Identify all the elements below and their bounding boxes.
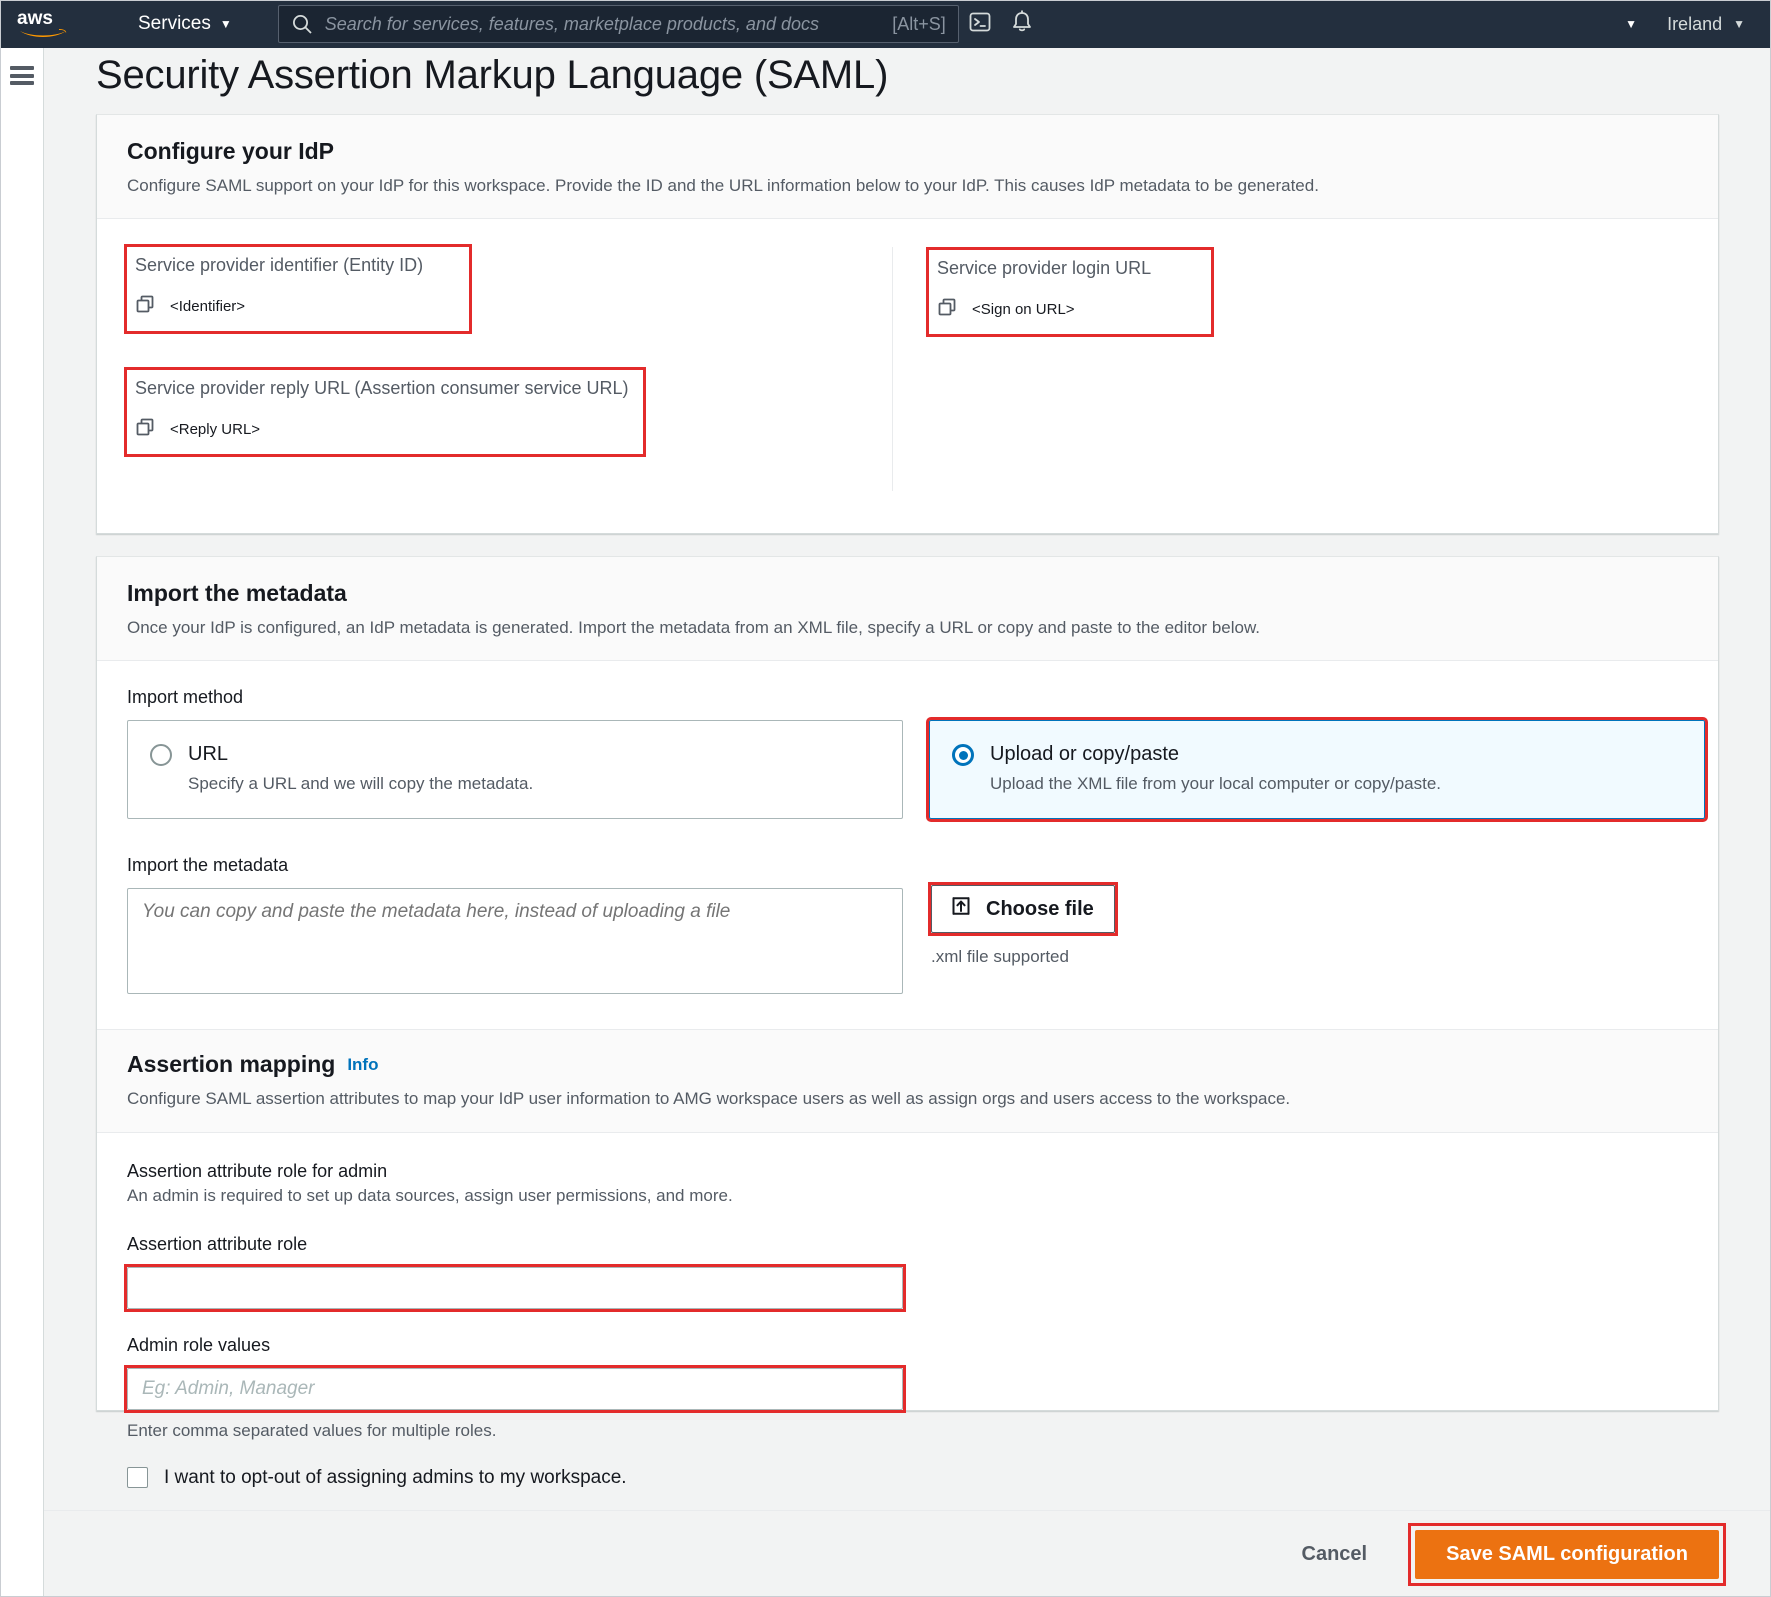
radio-option-url[interactable]: URL Specify a URL and we will copy the m… [127,720,903,820]
search-icon [291,13,313,35]
region-label: Ireland [1667,13,1723,34]
form-actions-bar: Cancel Save SAML configuration [44,1510,1771,1597]
import-method-label: Import method [127,687,244,708]
services-menu-label: Services [138,13,211,34]
services-menu[interactable]: Services ▼ [86,0,246,48]
radio-option-upload[interactable]: Upload or copy/paste Upload the XML file… [926,717,1708,823]
upload-icon [950,895,972,923]
radio-option-upload-label: Upload or copy/paste [990,743,1180,766]
admin-role-values-group: Admin role values Enter comma separated … [124,1334,1688,1441]
entity-id-field-block: Service provider identifier (Entity ID) … [124,244,472,334]
import-metadata-title: Import the metadata [127,580,347,606]
page-title: Security Assertion Markup Language (SAML… [96,53,889,97]
configure-idp-description: Configure SAML support on your IdP for t… [127,175,1319,195]
entity-id-copy-row[interactable]: <Identifier> [135,294,459,319]
account-menu[interactable]: ▼ [1625,0,1667,48]
configure-idp-body: Service provider identifier (Entity ID) … [97,219,1718,545]
radio-option-url-description: Specify a URL and we will copy the metad… [188,774,534,794]
page-content: Security Assertion Markup Language (SAML… [44,48,1771,1597]
radio-icon-selected[interactable] [952,744,974,767]
reply-url-label: Service provider reply URL (Assertion co… [135,378,629,399]
admin-role-values-input[interactable] [127,1367,903,1410]
search-shortcut-hint: [Alt+S] [892,13,946,34]
chevron-down-icon: ▼ [1733,17,1745,31]
file-type-note: .xml file supported [931,947,1069,967]
optout-checkbox-label: I want to opt-out of assigning admins to… [164,1466,627,1488]
admin-section-title: Assertion attribute role for admin [127,1160,388,1181]
assertion-mapping-title-row: Assertion mapping Info [127,1050,1688,1079]
choose-file-label: Choose file [986,897,1094,920]
attribute-role-group: Assertion attribute role [124,1233,1688,1312]
login-url-field-block: Service provider login URL <Sign on URL> [926,247,1214,337]
assertion-mapping-description: Configure SAML assertion attributes to m… [127,1089,1291,1109]
admin-role-values-label: Admin role values [127,1334,271,1355]
aws-logo[interactable]: aws [0,0,86,48]
radio-option-upload-description: Upload the XML file from your local comp… [990,774,1442,794]
svg-text:aws: aws [17,8,53,29]
attribute-role-input[interactable] [127,1266,903,1309]
copy-icon[interactable] [937,297,957,322]
cloudshell-button[interactable] [959,0,1001,48]
login-url-label: Service provider login URL [937,258,1152,279]
metadata-textarea-column: Import the metadata [127,855,903,999]
metadata-input-row: Import the metadata You can copy and pas… [127,855,1688,999]
admin-section-description: An admin is required to set up data sour… [127,1185,733,1205]
copy-icon[interactable] [135,417,155,442]
entity-id-label: Service provider identifier (Entity ID) [135,255,424,276]
admin-role-values-help: Enter comma separated values for multipl… [127,1420,497,1440]
chevron-down-icon: ▼ [219,17,232,31]
import-metadata-card: Import the metadata Once your IdP is con… [96,556,1719,1489]
search-input[interactable]: Search for services, features, marketpla… [277,5,959,43]
import-metadata-header: Import the metadata Once your IdP is con… [97,557,1718,662]
attribute-role-label: Assertion attribute role [127,1233,308,1254]
reply-url-field-block: Service provider reply URL (Assertion co… [124,367,646,457]
left-navigation-rail [0,48,44,1597]
configure-idp-title: Configure your IdP [127,138,334,164]
choose-file-column: Choose file .xml file supported [928,855,1118,999]
copy-icon[interactable] [135,294,155,319]
search-placeholder-text: Search for services, features, marketpla… [324,13,819,34]
save-button-highlight: Save SAML configuration [1408,1522,1726,1586]
assertion-mapping-info-link[interactable]: Info [347,1055,378,1074]
chevron-down-icon: ▼ [1625,17,1638,31]
save-saml-configuration-button[interactable]: Save SAML configuration [1415,1529,1719,1579]
radio-option-url-label: URL [188,743,229,766]
region-selector[interactable]: Ireland ▼ [1667,0,1771,48]
configure-idp-card: Configure your IdP Configure SAML suppor… [96,114,1719,534]
assertion-mapping-title: Assertion mapping [127,1051,336,1078]
metadata-textarea[interactable] [127,888,903,995]
login-url-copy-row[interactable]: <Sign on URL> [937,297,1201,322]
hamburger-menu-icon[interactable] [10,66,34,85]
column-divider [892,247,893,492]
configure-idp-header: Configure your IdP Configure SAML suppor… [97,115,1718,220]
radio-icon[interactable] [150,744,172,767]
import-method-options: URL Specify a URL and we will copy the m… [127,717,1708,823]
optout-checkbox-row[interactable]: I want to opt-out of assigning admins to… [127,1467,1688,1489]
import-metadata-description: Once your IdP is configured, an IdP meta… [127,617,1261,637]
import-metadata-body: Import method URL Specify a URL and we w… [97,661,1718,1518]
reply-url-value: <Reply URL> [170,420,261,438]
bell-icon [1009,9,1035,40]
optout-checkbox[interactable] [127,1467,148,1489]
notifications-button[interactable] [1001,0,1043,48]
cancel-button[interactable]: Cancel [1284,1533,1386,1576]
aws-top-navigation: aws Services ▼ Search for services, feat… [0,0,1771,48]
idp-fields-grid: Service provider identifier (Entity ID) … [124,244,1688,515]
login-url-value: <Sign on URL> [972,300,1075,318]
entity-id-value: <Identifier> [170,297,246,315]
assertion-mapping-header: Assertion mapping Info Configure SAML ass… [97,1029,1718,1133]
metadata-textarea-label: Import the metadata [127,855,289,876]
cloudshell-icon [967,9,993,40]
reply-url-copy-row[interactable]: <Reply URL> [135,417,633,442]
choose-file-button[interactable]: Choose file [931,885,1115,934]
assertion-mapping-body: Assertion attribute role for admin An ad… [124,1133,1688,1489]
